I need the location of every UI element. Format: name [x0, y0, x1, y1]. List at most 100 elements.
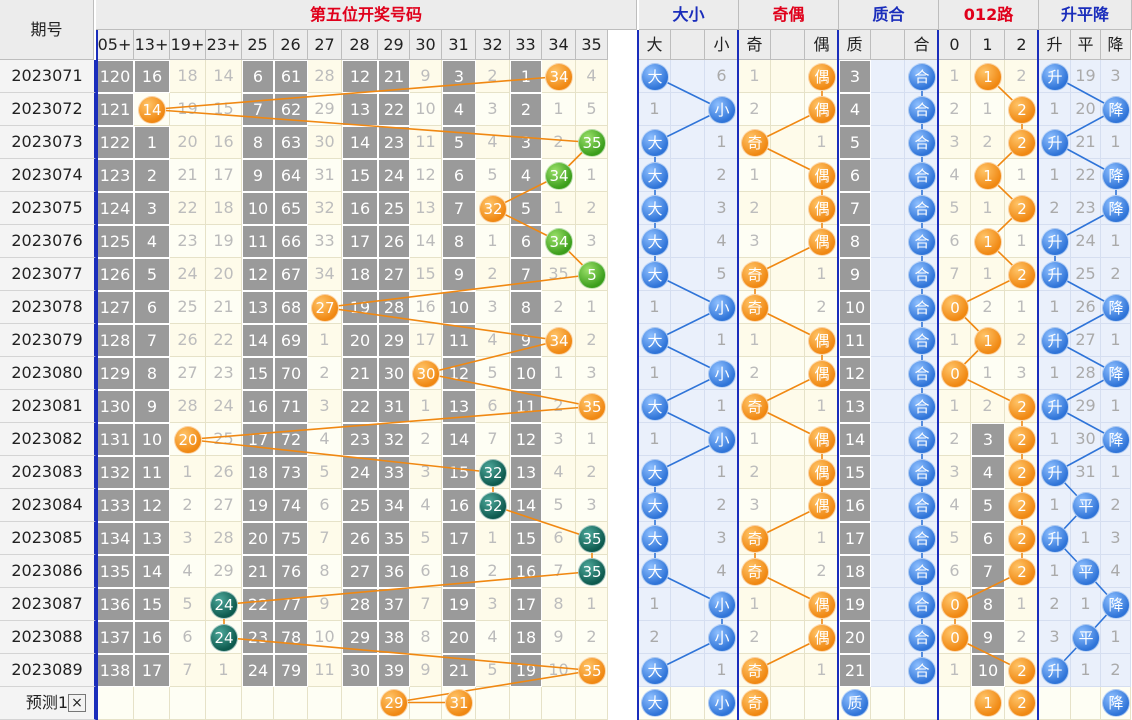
number-cell: 22: [170, 192, 206, 225]
prediction-number-cell[interactable]: [206, 687, 242, 720]
parity-cell: [771, 60, 805, 93]
parity-ball: 奇: [741, 557, 769, 586]
number-cell: 1: [542, 357, 576, 390]
mod-cell: 1: [939, 390, 971, 423]
number-cell: 14: [134, 555, 170, 588]
trend-cell: 3: [1101, 60, 1131, 93]
parity-ball: 偶: [808, 491, 836, 520]
prediction-cell[interactable]: [871, 687, 905, 720]
number-cell: 2: [542, 291, 576, 324]
size-cell: 1: [705, 456, 739, 489]
size-cell: 2: [639, 621, 671, 654]
number-cell: 6: [510, 225, 542, 258]
number-cell: 5: [542, 489, 576, 522]
number-cell: 27: [342, 555, 378, 588]
number-cell: 2: [410, 423, 442, 456]
mod-cell: 2: [971, 126, 1005, 159]
number-cell: 28: [170, 390, 206, 423]
prediction-number-cell[interactable]: [274, 687, 308, 720]
prediction-number-cell[interactable]: [576, 687, 608, 720]
prediction-number-cell[interactable]: [170, 687, 206, 720]
number-column-header: 19+: [170, 30, 206, 60]
number-cell: 26: [206, 456, 242, 489]
trend-columns-header: 升: [1039, 30, 1071, 60]
number-cell: 69: [274, 324, 308, 357]
prime-cell: [871, 225, 905, 258]
number-cell: 135: [96, 555, 134, 588]
prime-cell: 14: [839, 423, 871, 456]
parity-ball: 奇: [741, 392, 769, 421]
size-ball: 大: [641, 62, 669, 91]
prime-cell: [871, 456, 905, 489]
prime-cell: [871, 192, 905, 225]
prediction-cell[interactable]: [905, 687, 939, 720]
mod-ball: 0: [941, 359, 969, 388]
period-cell: 2023077: [0, 258, 96, 291]
prediction-cell[interactable]: [771, 687, 805, 720]
prediction-number-cell[interactable]: [342, 687, 378, 720]
number-cell: 133: [96, 489, 134, 522]
number-cell: 16: [242, 390, 274, 423]
prediction-number-cell[interactable]: [134, 687, 170, 720]
prediction-cell[interactable]: [939, 687, 971, 720]
prime-cell: 5: [839, 126, 871, 159]
prediction-cell[interactable]: [1039, 687, 1071, 720]
mod-cell: 1: [1005, 291, 1039, 324]
number-cell: 4: [476, 324, 510, 357]
prediction-number-cell[interactable]: [476, 687, 510, 720]
trend-ball: 升: [1041, 62, 1069, 91]
parity-ball: 偶: [808, 194, 836, 223]
prediction-cell[interactable]: [805, 687, 839, 720]
trend-cell: 29: [1071, 390, 1101, 423]
parity-cell: 2: [805, 291, 839, 324]
prime-cell: [871, 258, 905, 291]
mod-cell: 2: [939, 93, 971, 126]
trend-ball: 降: [1102, 95, 1130, 124]
number-cell: 19: [170, 93, 206, 126]
number-cell: 11: [308, 654, 342, 687]
prediction-number-cell[interactable]: [242, 687, 274, 720]
number-cell: 1: [510, 60, 542, 93]
mod-cell: 1: [971, 258, 1005, 291]
prediction-cell[interactable]: [671, 687, 705, 720]
mod-ball: 0: [941, 590, 969, 619]
mod-cell: 2: [971, 291, 1005, 324]
number-cell: 2: [542, 126, 576, 159]
close-prediction-button[interactable]: ×: [68, 694, 86, 712]
period-cell: 2023082: [0, 423, 96, 456]
number-cell: 24: [342, 456, 378, 489]
number-cell: 4: [542, 456, 576, 489]
number-cell: 18: [206, 192, 242, 225]
number-cell: 36: [378, 555, 410, 588]
size-ball: 大: [641, 260, 669, 289]
number-column-header: 29: [378, 30, 410, 60]
parity-ball: 偶: [808, 359, 836, 388]
prediction-number-cell[interactable]: [308, 687, 342, 720]
parity-cell: 1: [739, 423, 771, 456]
trend-ball: 降: [1102, 161, 1130, 190]
prediction-number-cell[interactable]: [510, 687, 542, 720]
prediction-number-cell[interactable]: [410, 687, 442, 720]
prime-cell: 18: [839, 555, 871, 588]
parity-columns-header: 奇: [739, 30, 771, 60]
period-cell: 2023071: [0, 60, 96, 93]
parity-cell: [771, 621, 805, 654]
parity-cell: [771, 588, 805, 621]
mod-ball: 0: [941, 623, 969, 652]
parity-cell: [771, 93, 805, 126]
parity-ball: 奇: [741, 260, 769, 289]
prediction-cell[interactable]: [1071, 687, 1101, 720]
size-cell: [671, 126, 705, 159]
trend-cell: 1: [1039, 423, 1071, 456]
prediction-number-cell[interactable]: [96, 687, 134, 720]
prediction-number-cell[interactable]: [542, 687, 576, 720]
number-cell: 71: [274, 390, 308, 423]
trend-cell: 25: [1071, 258, 1101, 291]
trend-ball: 升: [1041, 260, 1069, 289]
number-ball: 30: [412, 359, 440, 388]
number-cell: 13: [442, 390, 476, 423]
number-cell: 6: [442, 159, 476, 192]
number-cell: 16: [442, 489, 476, 522]
number-cell: 6: [134, 291, 170, 324]
number-cell: 10: [308, 621, 342, 654]
